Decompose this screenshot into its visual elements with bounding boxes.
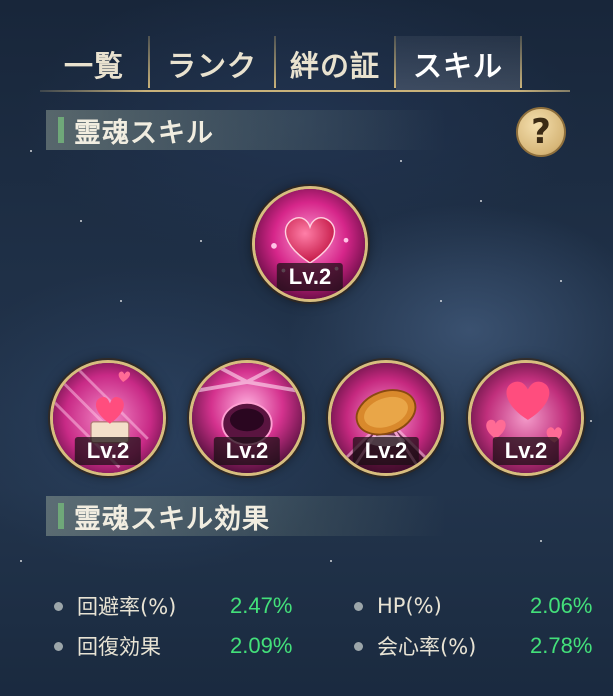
effect-label: 回復効果: [77, 635, 161, 659]
tab-skill[interactable]: スキル: [396, 36, 520, 92]
section-title: 霊魂スキル: [74, 117, 214, 149]
skill-level-label: Lv.2: [276, 263, 344, 291]
effect-label: 会心率(%): [377, 635, 477, 659]
skill-level-label: Lv.2: [74, 437, 142, 465]
effect-item-critical: 会心率(%) 2.78%: [354, 633, 599, 659]
help-button[interactable]: ?: [516, 107, 566, 157]
soul-skill-header: 霊魂スキル: [46, 110, 446, 150]
effect-value: 2.78%: [530, 633, 593, 658]
tab-bar: 一覧 ランク 絆の証 スキル: [40, 24, 570, 92]
soul-skill-effects-header: 霊魂スキル効果: [46, 496, 446, 536]
skill-slot-2[interactable]: Lv.2: [189, 360, 305, 476]
skill-slot-1[interactable]: Lv.2: [50, 360, 166, 476]
skill-slot-4[interactable]: Lv.2: [468, 360, 584, 476]
effect-value: 2.09%: [230, 633, 293, 658]
skill-level-label: Lv.2: [213, 437, 281, 465]
section-title: 霊魂スキル効果: [74, 503, 270, 535]
tab-label: ランク: [166, 49, 257, 83]
question-mark-icon: ?: [531, 112, 551, 152]
tab-bond[interactable]: 絆の証: [276, 36, 394, 92]
bullet-icon: [54, 641, 63, 651]
tab-label: 一覧: [63, 49, 124, 83]
skill-slot-main[interactable]: Lv.2: [252, 186, 368, 302]
skill-level-label: Lv.2: [352, 437, 420, 465]
effect-item-recovery: 回復効果 2.09%: [54, 633, 304, 659]
effect-item-hp: HP(%) 2.06%: [354, 593, 599, 619]
tab-divider: [520, 36, 522, 88]
tab-overview[interactable]: 一覧: [40, 36, 148, 92]
effect-value: 2.47%: [230, 593, 293, 618]
tab-label: スキル: [412, 49, 503, 83]
tab-underline: [40, 90, 570, 92]
effect-value: 2.06%: [530, 593, 593, 618]
bullet-icon: [54, 601, 63, 611]
effect-label: 回避率(%): [77, 595, 177, 619]
effect-item-evasion: 回避率(%) 2.47%: [54, 593, 304, 619]
skill-level-label: Lv.2: [492, 437, 560, 465]
tab-rank[interactable]: ランク: [150, 36, 274, 92]
section-accent-bar: [58, 117, 64, 143]
section-accent-bar: [58, 503, 64, 529]
bullet-icon: [354, 601, 363, 611]
tab-label: 絆の証: [289, 49, 380, 83]
bullet-icon: [354, 641, 363, 651]
skill-slot-3[interactable]: Lv.2: [328, 360, 444, 476]
effect-label: HP(%): [377, 594, 442, 618]
